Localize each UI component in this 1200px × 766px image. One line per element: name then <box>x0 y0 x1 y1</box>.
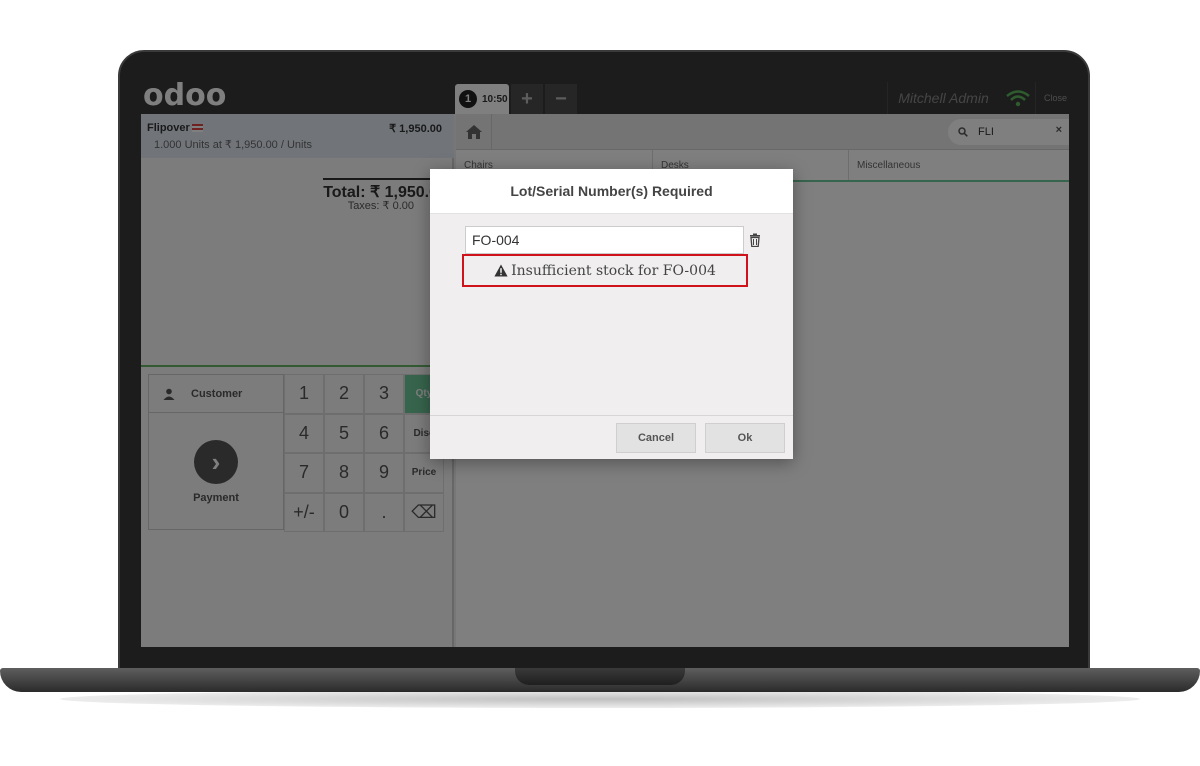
screen-bezel <box>141 647 1069 669</box>
warning-text: Insufficient stock for FO-004 <box>511 262 716 279</box>
cancel-button[interactable]: Cancel <box>616 423 696 453</box>
lot-number-input[interactable] <box>465 226 744 254</box>
insufficient-stock-warning: Insufficient stock for FO-004 <box>462 254 748 287</box>
lot-serial-dialog: Lot/Serial Number(s) Required Insufficie… <box>430 169 793 459</box>
trash-icon[interactable] <box>748 233 762 247</box>
laptop-shadow <box>60 690 1140 708</box>
ok-button[interactable]: Ok <box>705 423 785 453</box>
warning-icon <box>494 264 508 277</box>
laptop-notch <box>515 668 685 685</box>
dialog-title: Lot/Serial Number(s) Required <box>430 169 793 214</box>
pos-screen: odoo 1 10:50 + − Mitchell Admin Close Fl… <box>141 82 1069 647</box>
dialog-footer: Cancel Ok <box>430 415 793 459</box>
